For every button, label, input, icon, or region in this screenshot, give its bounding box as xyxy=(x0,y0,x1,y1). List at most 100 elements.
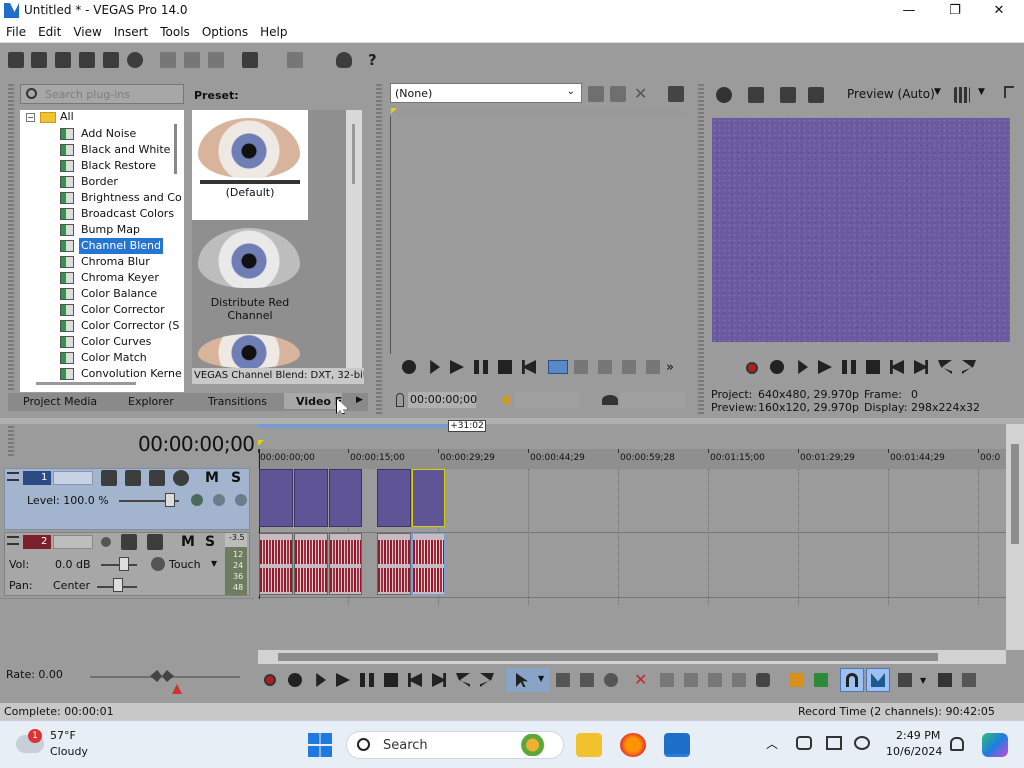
composite-mode-icon[interactable] xyxy=(235,494,247,506)
snapping-toggle[interactable] xyxy=(840,668,864,692)
solo-button[interactable]: S xyxy=(205,534,215,550)
trimmer-tool-icon[interactable] xyxy=(610,86,626,102)
play-from-start-icon[interactable] xyxy=(316,673,326,687)
zoom-tool-icon[interactable] xyxy=(604,673,618,687)
preset-scrollbar[interactable] xyxy=(346,110,362,368)
loop-icon[interactable] xyxy=(770,360,784,374)
menu-file[interactable]: File xyxy=(0,22,32,39)
tab-project-media[interactable]: Project Media xyxy=(23,395,97,408)
arm-record-icon[interactable] xyxy=(101,537,111,547)
play-icon[interactable] xyxy=(336,673,350,687)
previous-frame-icon[interactable] xyxy=(938,360,952,374)
plugin-tree[interactable]: − All Add Noise Black and White Black Rest… xyxy=(20,110,184,392)
track-name-field[interactable] xyxy=(53,471,93,485)
rate-slider-thumb[interactable] xyxy=(150,670,174,682)
tab-video-fx[interactable]: Video F xyxy=(284,393,342,409)
video-clip[interactable] xyxy=(259,469,293,527)
tree-vertical-scrollbar[interactable] xyxy=(174,124,177,174)
enable-snapping-icon[interactable] xyxy=(336,52,352,68)
automation-mode[interactable]: Touch xyxy=(169,558,201,571)
go-to-end-icon[interactable] xyxy=(432,673,446,687)
clock-date[interactable]: 10/6/2024 xyxy=(886,745,942,758)
preview-settings-gear-icon[interactable] xyxy=(716,87,732,103)
group-options-icon[interactable] xyxy=(962,673,976,687)
go-to-start-icon[interactable] xyxy=(522,360,536,374)
video-clip[interactable] xyxy=(412,469,445,527)
trim-tool-icon[interactable] xyxy=(646,360,660,374)
stop-icon[interactable] xyxy=(498,360,512,374)
menu-insert[interactable]: Insert xyxy=(108,22,154,39)
next-frame-icon[interactable] xyxy=(480,673,494,687)
trim-tool-icon[interactable] xyxy=(574,360,588,374)
volume-slider-thumb[interactable] xyxy=(119,557,129,571)
volume-icon[interactable] xyxy=(854,736,870,750)
go-to-start-icon[interactable] xyxy=(408,673,422,687)
solo-button[interactable]: S xyxy=(231,470,241,486)
timeline-vertical-scrollbar[interactable] xyxy=(1006,424,1024,650)
record-icon[interactable] xyxy=(746,362,758,374)
play-from-start-icon[interactable] xyxy=(798,360,808,374)
properties-gear-icon[interactable] xyxy=(127,52,143,68)
track-fx-icon[interactable] xyxy=(121,534,137,550)
trim-icon[interactable] xyxy=(660,673,674,687)
grid-icon[interactable] xyxy=(954,87,970,103)
play-icon[interactable] xyxy=(450,360,464,374)
trimmer-view[interactable] xyxy=(390,108,686,354)
save-as-icon[interactable] xyxy=(79,52,95,68)
track-collapse-icon[interactable] xyxy=(7,536,19,545)
length-field[interactable] xyxy=(620,392,686,408)
menu-edit[interactable]: Edit xyxy=(32,22,67,39)
firefox-icon[interactable] xyxy=(620,733,646,757)
trimmer-edit-icon[interactable] xyxy=(548,360,568,374)
next-frame-icon[interactable] xyxy=(962,360,976,374)
pan-slider-thumb[interactable] xyxy=(113,578,123,592)
audio-clip[interactable] xyxy=(377,533,411,595)
weather-temp[interactable]: 57°F xyxy=(50,729,76,742)
preview-quality-dropdown[interactable]: Preview (Auto) xyxy=(847,87,935,101)
overlays-icon[interactable] xyxy=(808,87,824,103)
network-icon[interactable] xyxy=(796,736,812,750)
weather-condition[interactable]: Cloudy xyxy=(50,745,88,758)
time-ruler[interactable]: 00:00:00;00 00:00:15;00 00:00:29;29 00:00:4… xyxy=(258,449,1006,605)
region-icon[interactable] xyxy=(814,673,828,687)
tab-transitions[interactable]: Transitions xyxy=(208,395,267,408)
save-icon[interactable] xyxy=(55,52,71,68)
taskbar-search-box[interactable]: Search xyxy=(346,731,564,759)
video-clip[interactable] xyxy=(294,469,328,527)
panel-grip[interactable] xyxy=(8,426,14,456)
clear-icon[interactable]: ✕ xyxy=(634,84,647,103)
in-point-field[interactable] xyxy=(514,392,580,408)
collapse-icon[interactable]: − xyxy=(26,113,35,122)
video-track-header[interactable]: 1 M S Level: 100.0 % xyxy=(4,468,250,530)
chevron-up-icon[interactable]: ︿ xyxy=(766,735,778,752)
play-icon[interactable] xyxy=(818,360,832,374)
undo-icon[interactable] xyxy=(242,52,258,68)
help-icon[interactable]: ? xyxy=(368,52,384,68)
mute-button[interactable]: M xyxy=(205,470,219,486)
trimmer-source-dropdown[interactable]: (None) ⌄ xyxy=(390,83,582,103)
display-icon[interactable] xyxy=(826,736,842,750)
external-monitor-icon[interactable] xyxy=(748,87,764,103)
go-to-end-icon[interactable] xyxy=(914,360,928,374)
trim-end-icon[interactable] xyxy=(708,673,722,687)
preset-distribute-red[interactable]: Distribute Red Channel xyxy=(192,224,308,324)
lock-icon[interactable] xyxy=(756,673,770,687)
timeline-horizontal-scrollbar[interactable] xyxy=(258,650,1006,664)
composite-mode-icon[interactable] xyxy=(191,494,203,506)
previous-frame-icon[interactable] xyxy=(456,673,470,687)
record-icon[interactable] xyxy=(264,674,276,686)
pause-icon[interactable] xyxy=(842,360,856,374)
stop-icon[interactable] xyxy=(866,360,880,374)
tab-explorer[interactable]: Explorer xyxy=(128,395,174,408)
pause-icon[interactable] xyxy=(474,360,488,374)
panel-grip[interactable] xyxy=(698,84,704,414)
normal-edit-tool[interactable]: ▼ xyxy=(506,668,550,692)
audio-track-header[interactable]: 2 M S Vol: 0.0 dB Touch ▼ Pan: Center -3… xyxy=(4,532,250,596)
auto-crossfade-toggle[interactable] xyxy=(866,668,890,692)
loop-icon[interactable] xyxy=(288,673,302,687)
close-button[interactable]: ✕ xyxy=(976,0,1022,22)
preset-default[interactable]: (Default) xyxy=(192,110,308,220)
tabs-scroll-right-icon[interactable]: ▶ xyxy=(356,395,363,405)
audio-clip[interactable] xyxy=(412,533,445,595)
menu-view[interactable]: View xyxy=(67,22,107,39)
